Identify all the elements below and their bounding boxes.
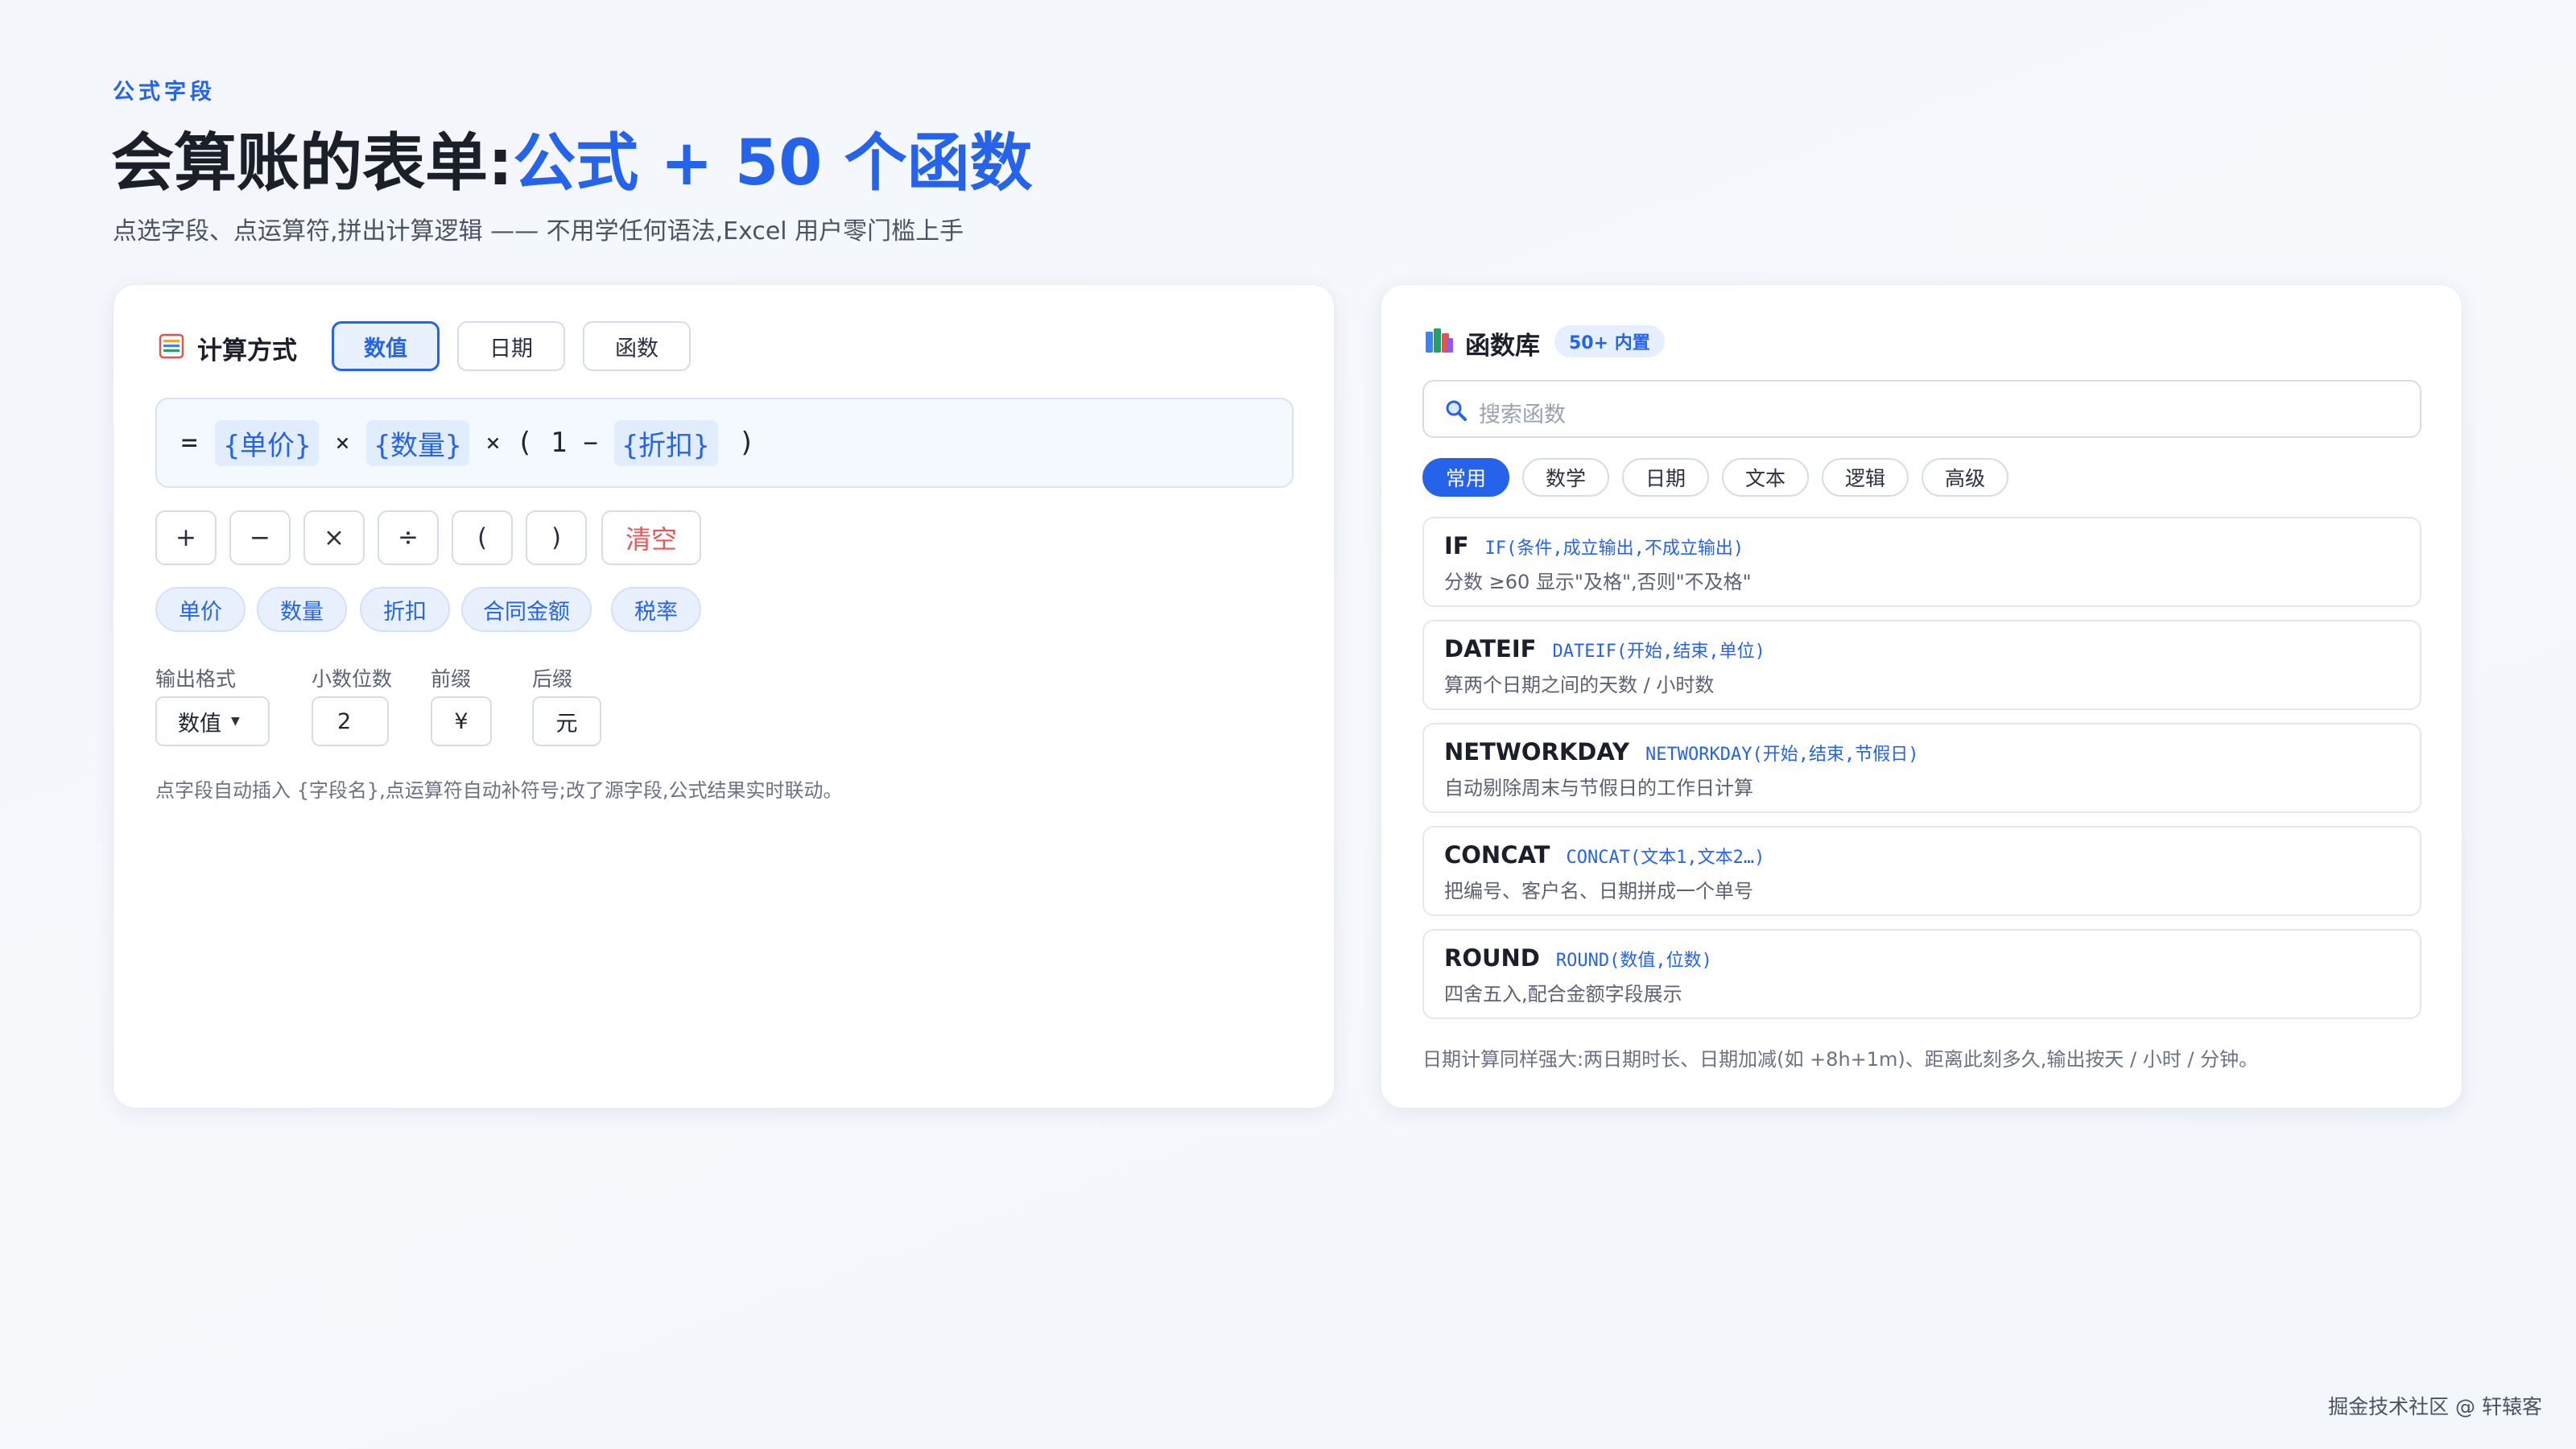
function-description: 分数 ≥60 显示"及格",否则"不及格" [1444, 571, 1752, 593]
function-name: NETWORKDAY [1444, 738, 1630, 766]
field-chip-quantity[interactable]: 数量 [257, 587, 347, 632]
caret-down-icon: ▼ [231, 715, 240, 728]
tab-date[interactable]: 日期 [457, 321, 565, 371]
tab-numeric[interactable]: 数值 [332, 321, 440, 371]
prefix-input[interactable]: ¥ [431, 696, 492, 746]
prefix-label: 前缀 [431, 667, 472, 691]
footer-credit: 掘金技术社区 @ 轩辕客 [2328, 1395, 2542, 1418]
formula-paren-open: ( [516, 427, 533, 459]
function-signature: DATEIF(开始,结束,单位) [1552, 642, 1765, 662]
function-item-if[interactable]: IF IF(条件,成立输出,不成立输出) 分数 ≥60 显示"及格",否则"不及格… [1422, 517, 2421, 607]
formula-token-quantity[interactable]: {数量} [365, 419, 470, 466]
date-calculation-note: 日期计算同样强大:两日期时长、日期加减(如 +8h+1m)、距离此刻多久,输出按… [1422, 1048, 2259, 1071]
output-format-label: 输出格式 [155, 667, 237, 691]
field-chip-unit-price[interactable]: 单价 [155, 587, 246, 632]
function-library-title: 函数库 [1465, 332, 1540, 361]
category-tab-logic[interactable]: 逻辑 [1822, 458, 1909, 497]
formula-token-discount[interactable]: {折扣} [613, 419, 718, 466]
function-library-panel: 函数库 50+ 内置 搜索函数 常用 数学 日期 文本 逻辑 高级 IF IF(条… [1381, 284, 2462, 1108]
function-item-networkday[interactable]: NETWORKDAY NETWORKDAY(开始,结束,节假日) 自动剔除周末与节… [1422, 723, 2421, 813]
function-name: CONCAT [1444, 841, 1550, 869]
page-title: 会算账的表单:公式 + 50 个函数 [111, 119, 1033, 208]
function-description: 四舍五入,配合金额字段展示 [1444, 983, 1682, 1005]
function-description: 把编号、客户名、日期拼成一个单号 [1444, 880, 1753, 902]
decimals-label: 小数位数 [312, 667, 393, 691]
title-accent: 公式 + 50 个函数 [513, 127, 1033, 200]
function-name: DATEIF [1444, 635, 1537, 663]
eyebrow-label: 公式字段 [113, 80, 216, 105]
function-item-round[interactable]: ROUND ROUND(数值,位数) 四舍五入,配合金额字段展示 [1422, 929, 2421, 1019]
category-tab-date[interactable]: 日期 [1622, 458, 1709, 497]
function-search-input[interactable]: 搜索函数 [1422, 380, 2421, 438]
function-signature: CONCAT(文本1,文本2…) [1566, 848, 1765, 868]
tab-function[interactable]: 函数 [583, 321, 691, 371]
formula-equals: = [181, 427, 198, 459]
function-description: 自动剔除周末与节假日的工作日计算 [1444, 777, 1753, 799]
operator-minus-button[interactable]: − [229, 510, 291, 565]
table-icon [159, 333, 184, 362]
field-chip-contract-amount[interactable]: 合同金额 [461, 587, 592, 632]
formula-token-unit-price[interactable]: {单价} [215, 419, 320, 466]
formula-operator-multiply: × [335, 428, 350, 457]
decimals-input[interactable]: 2 [312, 696, 389, 746]
field-chip-tax-rate[interactable]: 税率 [611, 587, 701, 632]
function-description: 算两个日期之间的天数 / 小时数 [1444, 674, 1715, 696]
suffix-label: 后缀 [532, 667, 573, 691]
operator-divide-button[interactable]: ÷ [378, 510, 439, 565]
function-count-badge: 50+ 内置 [1554, 325, 1665, 357]
function-item-concat[interactable]: CONCAT CONCAT(文本1,文本2…) 把编号、客户名、日期拼成一个单号 [1422, 826, 2421, 916]
function-signature: ROUND(数值,位数) [1555, 951, 1712, 971]
function-item-dateif[interactable]: DATEIF DATEIF(开始,结束,单位) 算两个日期之间的天数 / 小时数 [1422, 620, 2421, 710]
operator-plus-button[interactable]: + [155, 510, 217, 565]
title-prefix: 会算账的表单: [111, 127, 514, 200]
page-subtitle: 点选字段、点运算符,拼出计算逻辑 —— 不用学任何语法,Excel 用户零门槛上… [113, 217, 964, 246]
search-placeholder: 搜索函数 [1479, 402, 1566, 427]
search-icon [1445, 399, 1468, 425]
suffix-input[interactable]: 元 [532, 696, 601, 746]
clear-button[interactable]: 清空 [601, 510, 701, 565]
field-chip-discount[interactable]: 折扣 [360, 587, 450, 632]
formula-operator-multiply: × [485, 428, 501, 457]
function-name: IF [1444, 532, 1469, 559]
output-format-value: 数值 [178, 711, 221, 737]
function-signature: NETWORKDAY(开始,结束,节假日) [1645, 745, 1919, 765]
category-tab-common[interactable]: 常用 [1422, 458, 1509, 497]
operator-close-paren-button[interactable]: ) [526, 510, 587, 565]
calculation-panel: 计算方式 数值 日期 函数 = {单价} × {数量} × ( 1 − {折扣}… [113, 284, 1335, 1108]
operator-multiply-button[interactable]: × [303, 510, 365, 565]
formula-paren-close: ) [738, 427, 755, 459]
category-tab-math[interactable]: 数学 [1522, 458, 1609, 497]
category-tab-text[interactable]: 文本 [1722, 458, 1809, 497]
books-icon [1425, 327, 1454, 357]
formula-operator-minus: − [583, 428, 598, 457]
output-format-select[interactable]: 数值 ▼ [155, 696, 270, 746]
function-name: ROUND [1444, 944, 1540, 972]
operator-open-paren-button[interactable]: ( [452, 510, 513, 565]
calculation-title: 计算方式 [197, 336, 297, 365]
category-tab-advanced[interactable]: 高级 [1922, 458, 2008, 497]
formula-number: 1 [551, 427, 568, 459]
calculation-note: 点字段自动插入 {字段名},点运算符自动补符号;改了源字段,公式结果实时联动。 [155, 779, 843, 802]
function-signature: IF(条件,成立输出,不成立输出) [1484, 539, 1744, 559]
formula-editor[interactable]: = {单价} × {数量} × ( 1 − {折扣} ) [155, 398, 1294, 488]
